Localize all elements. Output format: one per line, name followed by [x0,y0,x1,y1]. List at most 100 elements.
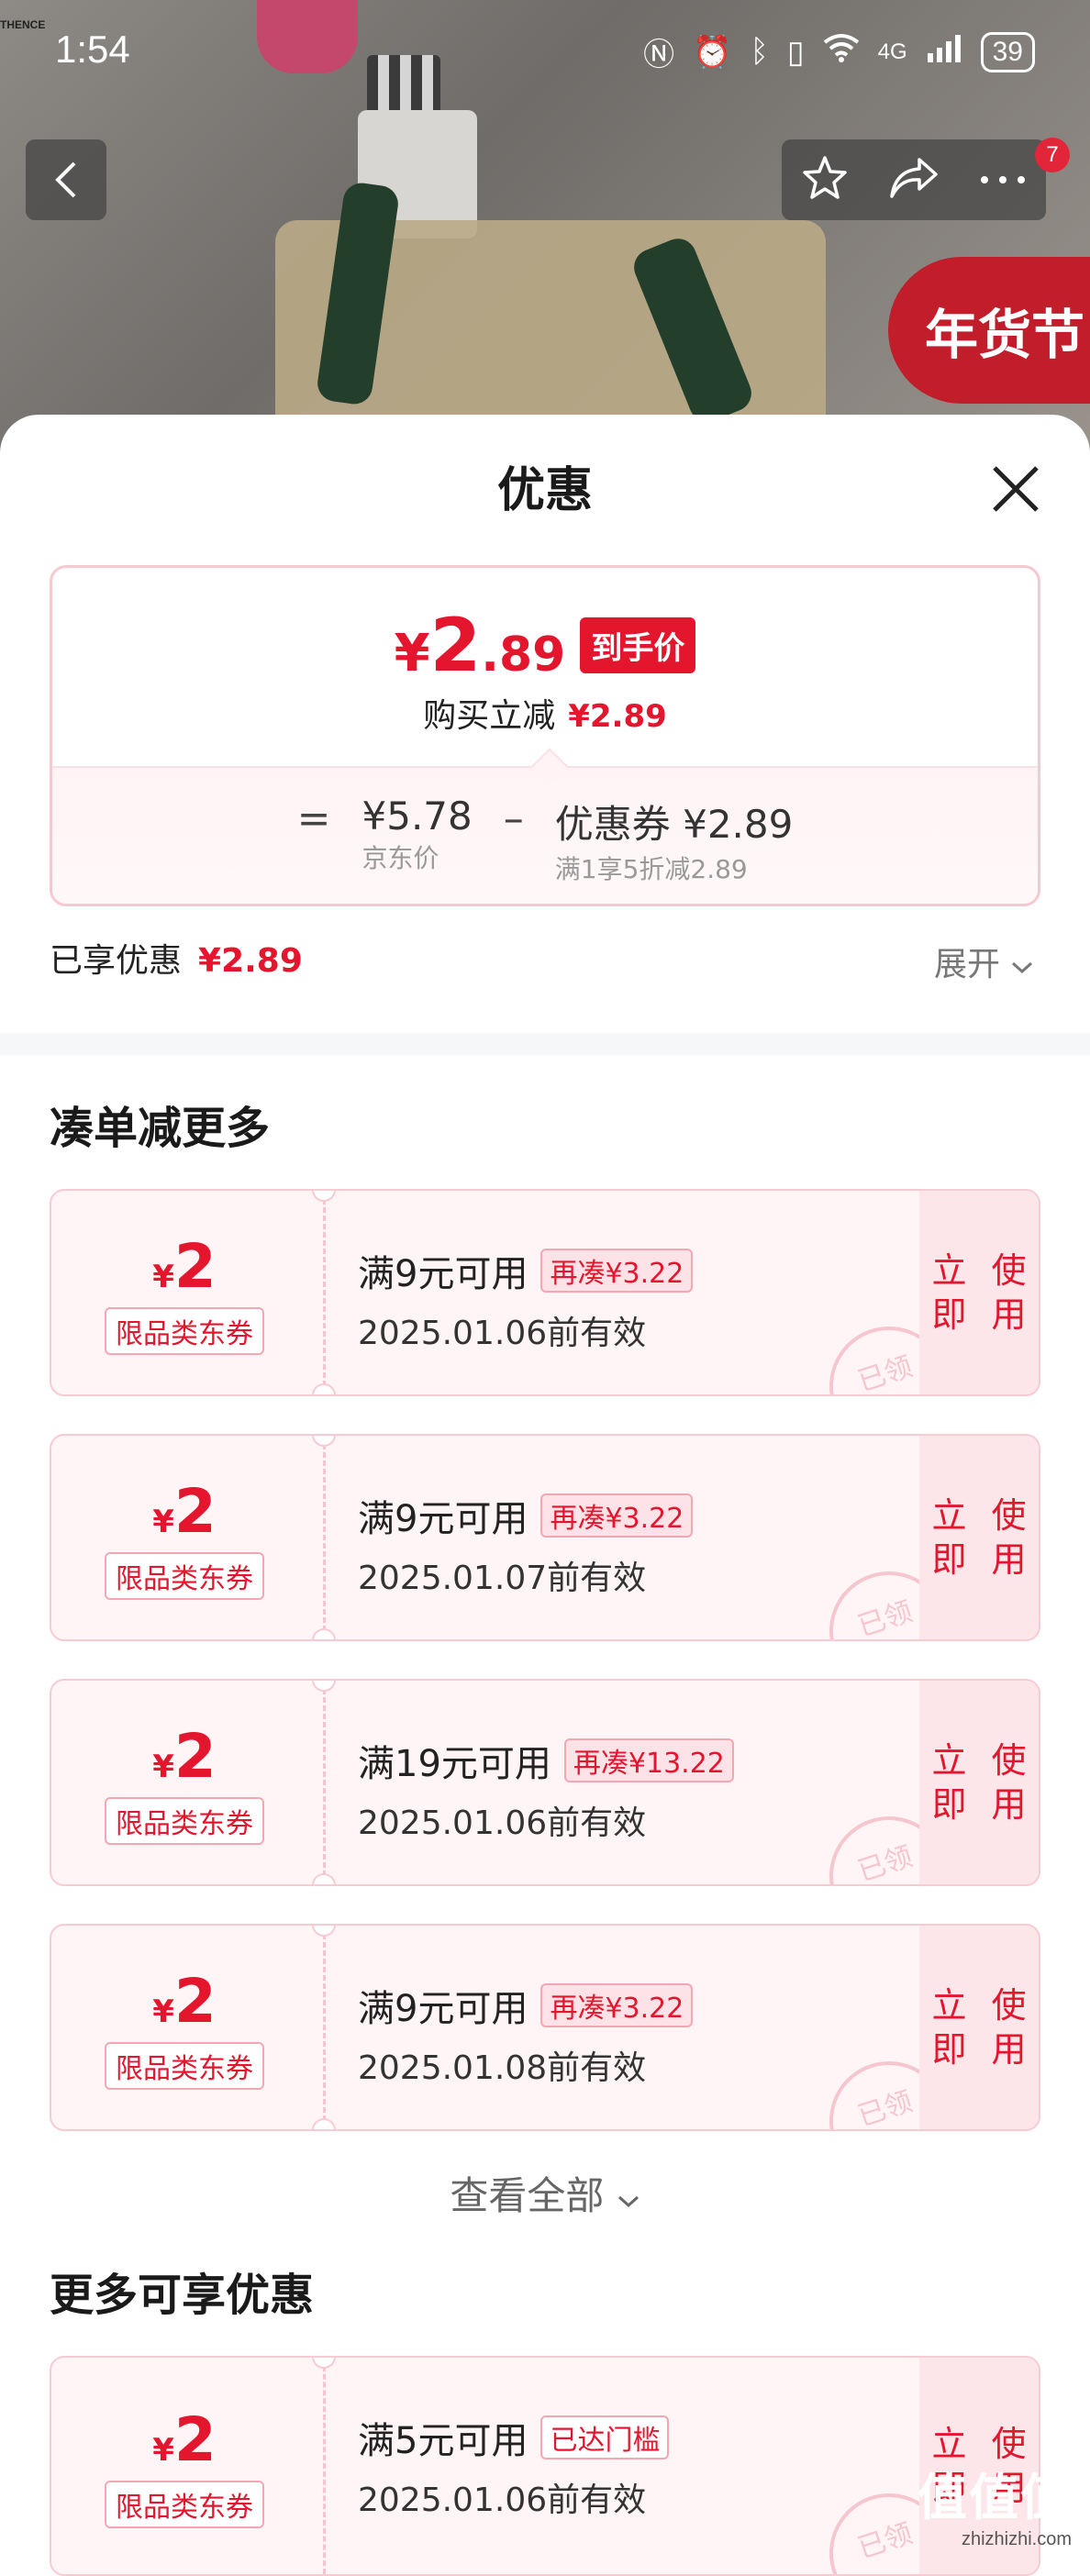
coupon-value-block: ¥2 限品类东券 [51,1681,317,1884]
more-button[interactable] [979,172,1027,189]
coupon-gap-chip: 再凑¥3.22 [540,1493,693,1538]
coupon-value-block: ¥2 限品类东券 [51,1191,317,1394]
coupon-amount: ¥2 [152,1231,217,1302]
coupon-separator [323,1681,326,1884]
coupon-condition: 满5元可用 [358,2411,528,2464]
enjoyed-discount: 已享优惠 ¥2.89 [50,934,303,982]
watermark: 值值值 zhizhizhi.com [918,2457,1072,2550]
coupon-separator [323,1191,326,1394]
battery-indicator: 39 [981,32,1035,72]
coupon-notch [312,1873,336,1886]
nav-actions [782,139,1046,220]
vibrate-icon: ▯ [787,34,805,71]
final-price-tag: 到手价 [580,617,695,673]
star-icon [801,154,849,202]
close-button[interactable] [984,457,1048,521]
coupon-details: 满5元可用已达门槛 2025.01.06前有效 [358,2411,669,2521]
coupon-kind: 限品类东券 [105,1552,264,1600]
coupon-discount: 优惠券 ¥2.89 [555,794,794,849]
coupon-expiry: 2025.01.06前有效 [358,1796,734,1844]
coupon-details: 满9元可用再凑¥3.22 2025.01.06前有效 [358,1244,693,1354]
coupon-condition: 满9元可用 [358,1979,528,2032]
coupon-currency: ¥ [152,1504,174,1540]
coupon-amount-value: 2 [174,1231,217,1302]
coupon-card[interactable]: ¥2 限品类东券 满9元可用再凑¥3.22 2025.01.06前有效 已领 立… [50,1189,1040,1396]
coupon-card[interactable]: ¥2 限品类东券 满19元可用再凑¥13.22 2025.01.06前有效 已领… [50,1679,1040,1886]
equals-sign: = [297,794,331,886]
coupon-amount-value: 2 [174,2404,217,2475]
coupon-amount-value: 2 [174,1721,217,1792]
price-integer: 2 [430,603,482,688]
instant-discount-label: 购买立减 [423,697,555,735]
coupon-amount: ¥2 [152,1721,217,1792]
use-now-button[interactable]: 立即使用 [919,1681,1039,1884]
discount-sheet: 优惠 ¥2.89 到手价 购买立减¥2.89 = ¥5.78 京东价 [0,415,1090,2559]
coupon-gap-chip: 再凑¥3.22 [540,1983,693,2027]
section-title-more-savings: 凑单减更多 [50,1092,270,1156]
coupon-currency: ¥ [152,1259,174,1295]
coupon-currency: ¥ [152,2432,174,2469]
coupon-notch [312,1628,336,1641]
coupon-separator [323,2358,326,2574]
section-title-more-offers: 更多可享优惠 [50,2259,314,2323]
nfc-icon: Ⓝ [643,29,674,74]
more-icon [979,174,1027,185]
coupon-expiry: 2025.01.07前有效 [358,1551,693,1599]
coupon-expiry: 2025.01.08前有效 [358,2041,693,2089]
coupon-amount-value: 2 [174,1476,217,1547]
share-button[interactable] [888,156,940,204]
close-icon [984,457,1048,521]
coupon-currency: ¥ [152,1993,174,2030]
use-now-button[interactable]: 立即使用 [919,1436,1039,1639]
coupon-value-block: ¥2 限品类东券 [51,1436,317,1639]
coupon-condition: 满9元可用 [358,1244,528,1297]
chevron-left-icon [52,160,80,200]
signal-icon [926,33,962,71]
expand-button[interactable]: 展开 [934,938,1034,985]
currency-symbol: ¥ [395,624,430,683]
coupon-details: 满9元可用再凑¥3.22 2025.01.08前有效 [358,1979,693,2089]
coupon-gap-chip: 再凑¥3.22 [540,1249,693,1293]
coupon-card[interactable]: ¥2 限品类东券 满5元可用已达门槛 2025.01.06前有效 已领 立即使用 [50,2356,1040,2576]
coupon-discount-block: 优惠券 ¥2.89 满1享5折减2.89 [555,794,794,886]
price-formula: = ¥5.78 京东价 – 优惠券 ¥2.89 满1享5折减2.89 [52,766,1038,906]
enjoyed-label: 已享优惠 [50,942,182,980]
minus-sign: – [504,794,524,886]
coupon-card[interactable]: ¥2 限品类东券 满9元可用再凑¥3.22 2025.01.07前有效 已领 立… [50,1434,1040,1641]
watermark-logo: 值值值 [918,2457,1072,2529]
coupon-condition: 满9元可用 [358,1489,528,1542]
watermark-url: zhizhizhi.com [918,2529,1072,2550]
use-now-button[interactable]: 立即使用 [919,1191,1039,1394]
use-now-button[interactable]: 立即使用 [919,1926,1039,2129]
status-icons: Ⓝ ⏰ ᛒ ▯ 4G 39 [643,29,1035,74]
coupon-kind: 限品类东券 [105,1307,264,1355]
coupon-expiry: 2025.01.06前有效 [358,2473,669,2521]
coupon-details: 满19元可用再凑¥13.22 2025.01.06前有效 [358,1734,734,1844]
enjoyed-value: ¥2.89 [198,942,303,980]
coupon-value-block: ¥2 限品类东券 [51,2358,317,2574]
coupon-kind: 限品类东券 [105,2042,264,2090]
status-time: 1:54 [55,28,130,72]
coupon-separator [323,1926,326,2129]
instant-discount: 购买立减 ¥2.89 [52,689,1038,737]
coupon-currency: ¥ [152,1749,174,1785]
wifi-icon [823,33,860,71]
coupon-discount-desc: 满1享5折减2.89 [555,849,794,886]
coupon-value-block: ¥2 限品类东券 [51,1926,317,2129]
chevron-down-icon [617,2194,640,2209]
status-bar: 1:54 Ⓝ ⏰ ᛒ ▯ 4G 39 [0,0,1090,110]
formula-row: = ¥5.78 京东价 – 优惠券 ¥2.89 满1享5折减2.89 [52,794,1038,886]
favorite-button[interactable] [801,154,849,205]
coupon-card[interactable]: ¥2 限品类东券 满9元可用再凑¥3.22 2025.01.08前有效 已领 立… [50,1924,1040,2131]
back-button[interactable] [26,139,106,220]
coupon-separator [323,1436,326,1639]
coupon-details: 满9元可用再凑¥3.22 2025.01.07前有效 [358,1489,693,1599]
instant-discount-value: ¥2.89 [568,698,667,735]
price-card: ¥2.89 到手价 购买立减 ¥2.89 = ¥5.78 京东价 – 优惠券 ¥2… [50,565,1040,906]
festival-badge: 年货节 [888,257,1090,404]
coupon-threshold-chip: 已达门槛 [540,2415,669,2459]
coupon-kind: 限品类东券 [105,2481,264,2528]
alarm-icon: ⏰ [693,34,731,71]
view-all-button[interactable]: 查看全部 [0,2165,1090,2221]
notification-badge: 7 [1035,138,1070,172]
